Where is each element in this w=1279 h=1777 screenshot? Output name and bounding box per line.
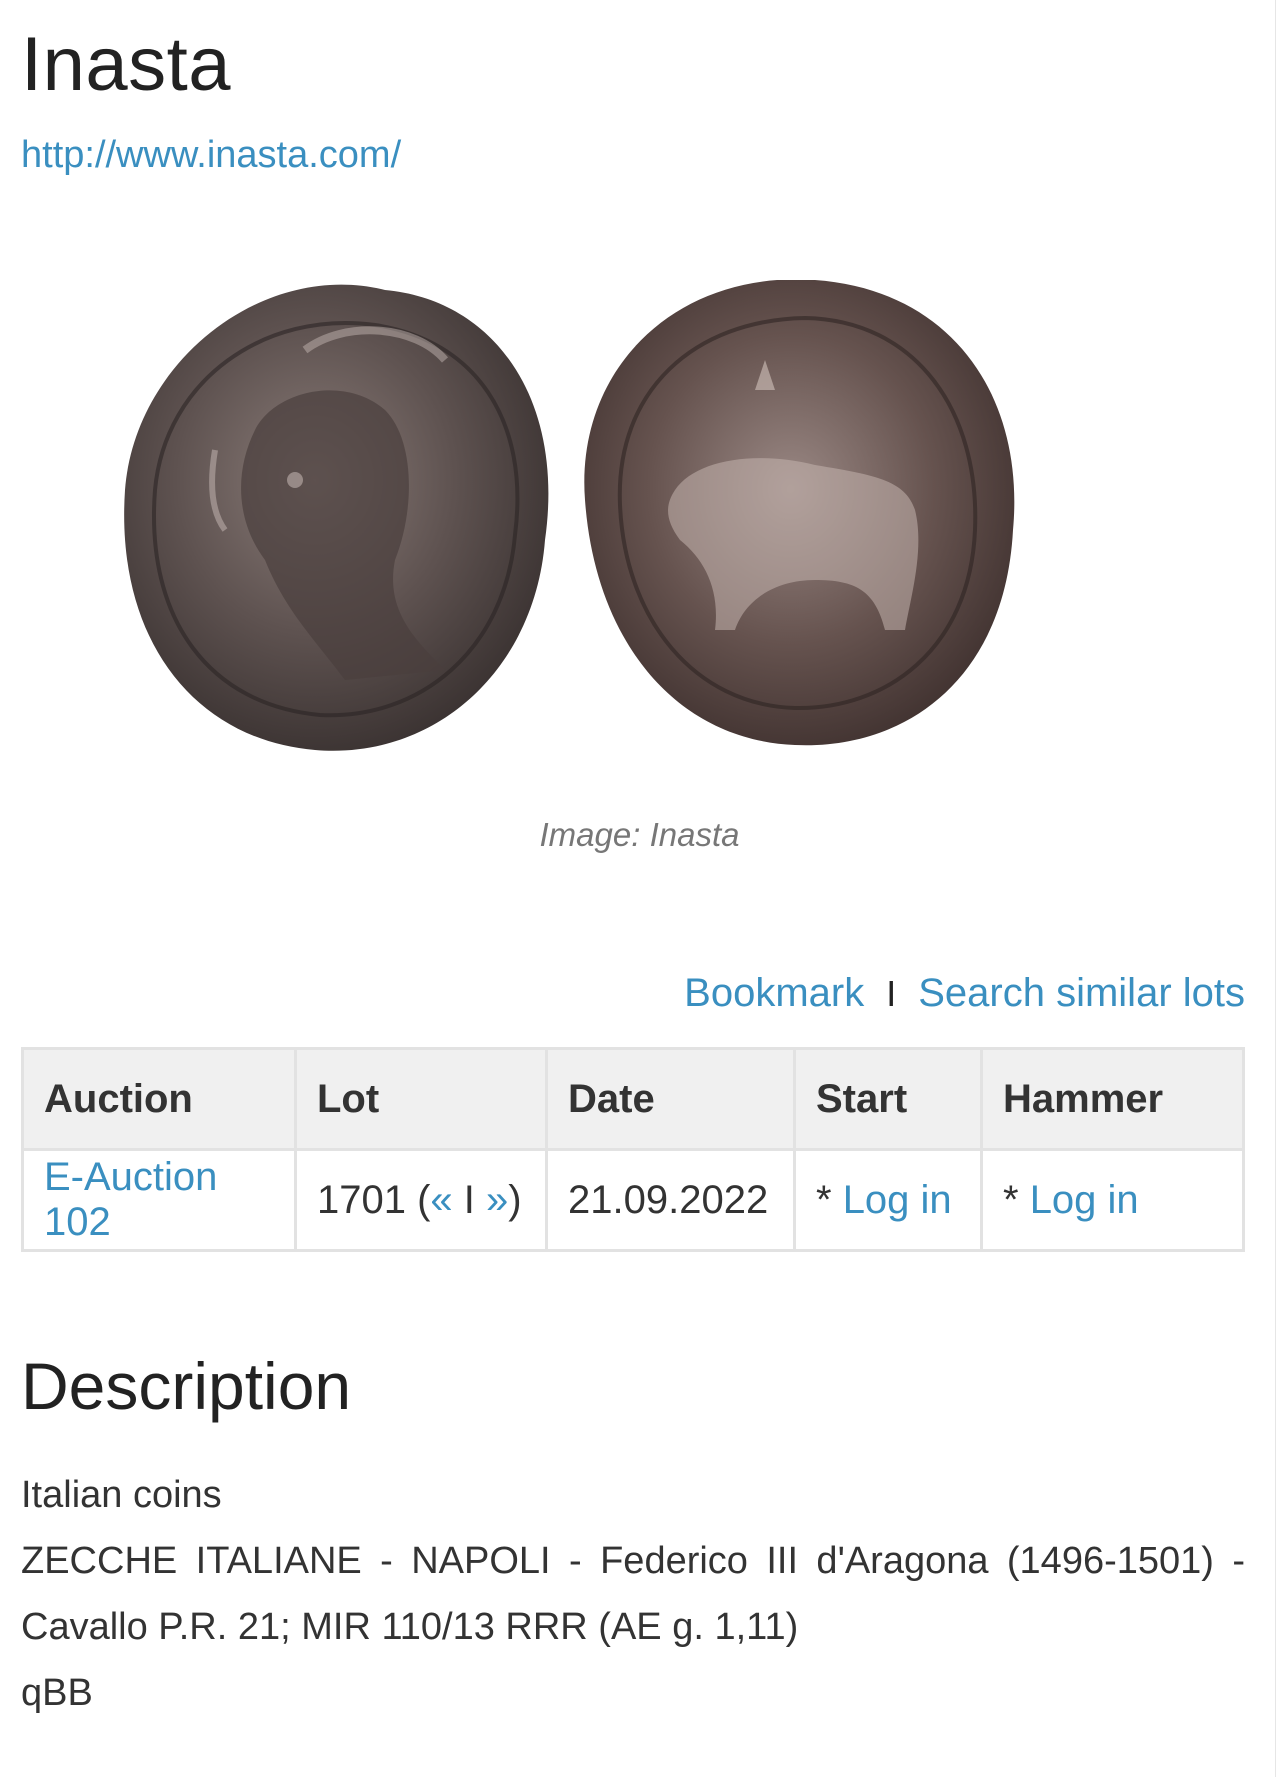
bookmark-link[interactable]: Bookmark — [684, 971, 864, 1016]
auction-house-title: Inasta — [21, 22, 232, 107]
lot-info-table: Auction Lot Date Start Hammer E-Auction … — [21, 1047, 1245, 1252]
column-header-hammer: Hammer — [980, 1047, 1245, 1151]
description-heading: Description — [21, 1349, 352, 1423]
column-header-lot: Lot — [294, 1047, 548, 1151]
page-edge-rule — [1275, 0, 1276, 1777]
search-similar-lots-link[interactable]: Search similar lots — [918, 971, 1245, 1016]
column-header-start: Start — [793, 1047, 983, 1151]
actions-separator: I — [886, 972, 897, 1014]
column-header-auction: Auction — [21, 1047, 297, 1151]
lot-actions: Bookmark I Search similar lots — [684, 971, 1245, 1016]
auction-link[interactable]: E-Auction 102 — [44, 1155, 217, 1244]
hammer-asterisk: * — [1003, 1177, 1030, 1222]
column-header-date: Date — [545, 1047, 796, 1151]
table-row: E-Auction 102 1701 (« I ») 21.09.2022 * … — [21, 1148, 1245, 1252]
coin-obverse — [124, 284, 549, 751]
coin-reverse — [584, 280, 1015, 746]
lot-nav-separator: I — [452, 1177, 487, 1222]
description-text: ZECCHE ITALIANE - NAPOLI - Federico III … — [21, 1540, 1245, 1648]
date-cell: 21.09.2022 — [545, 1148, 796, 1252]
lot-close-paren: ) — [508, 1177, 522, 1222]
auction-house-url-link[interactable]: http://www.inasta.com/ — [21, 134, 401, 177]
description-category: Italian coins — [21, 1474, 222, 1516]
image-caption: Image: Inasta — [539, 816, 740, 853]
next-lot-link[interactable]: » — [486, 1178, 508, 1222]
description-body: Italian coins ZECCHE ITALIANE - NAPOLI -… — [21, 1462, 1245, 1726]
hammer-login-link[interactable]: Log in — [1030, 1178, 1139, 1222]
table-header-row: Auction Lot Date Start Hammer — [21, 1047, 1245, 1151]
start-login-link[interactable]: Log in — [843, 1178, 952, 1222]
description-grade: qBB — [21, 1672, 93, 1714]
coin-image[interactable] — [115, 280, 1145, 800]
start-asterisk: * — [816, 1177, 843, 1222]
auction-cell: E-Auction 102 — [21, 1148, 297, 1252]
previous-lot-link[interactable]: « — [430, 1178, 452, 1222]
start-cell: * Log in — [793, 1148, 983, 1252]
lot-cell: 1701 (« I ») — [294, 1148, 548, 1252]
hammer-cell: * Log in — [980, 1148, 1245, 1252]
lot-number: 1701 ( — [317, 1177, 431, 1222]
